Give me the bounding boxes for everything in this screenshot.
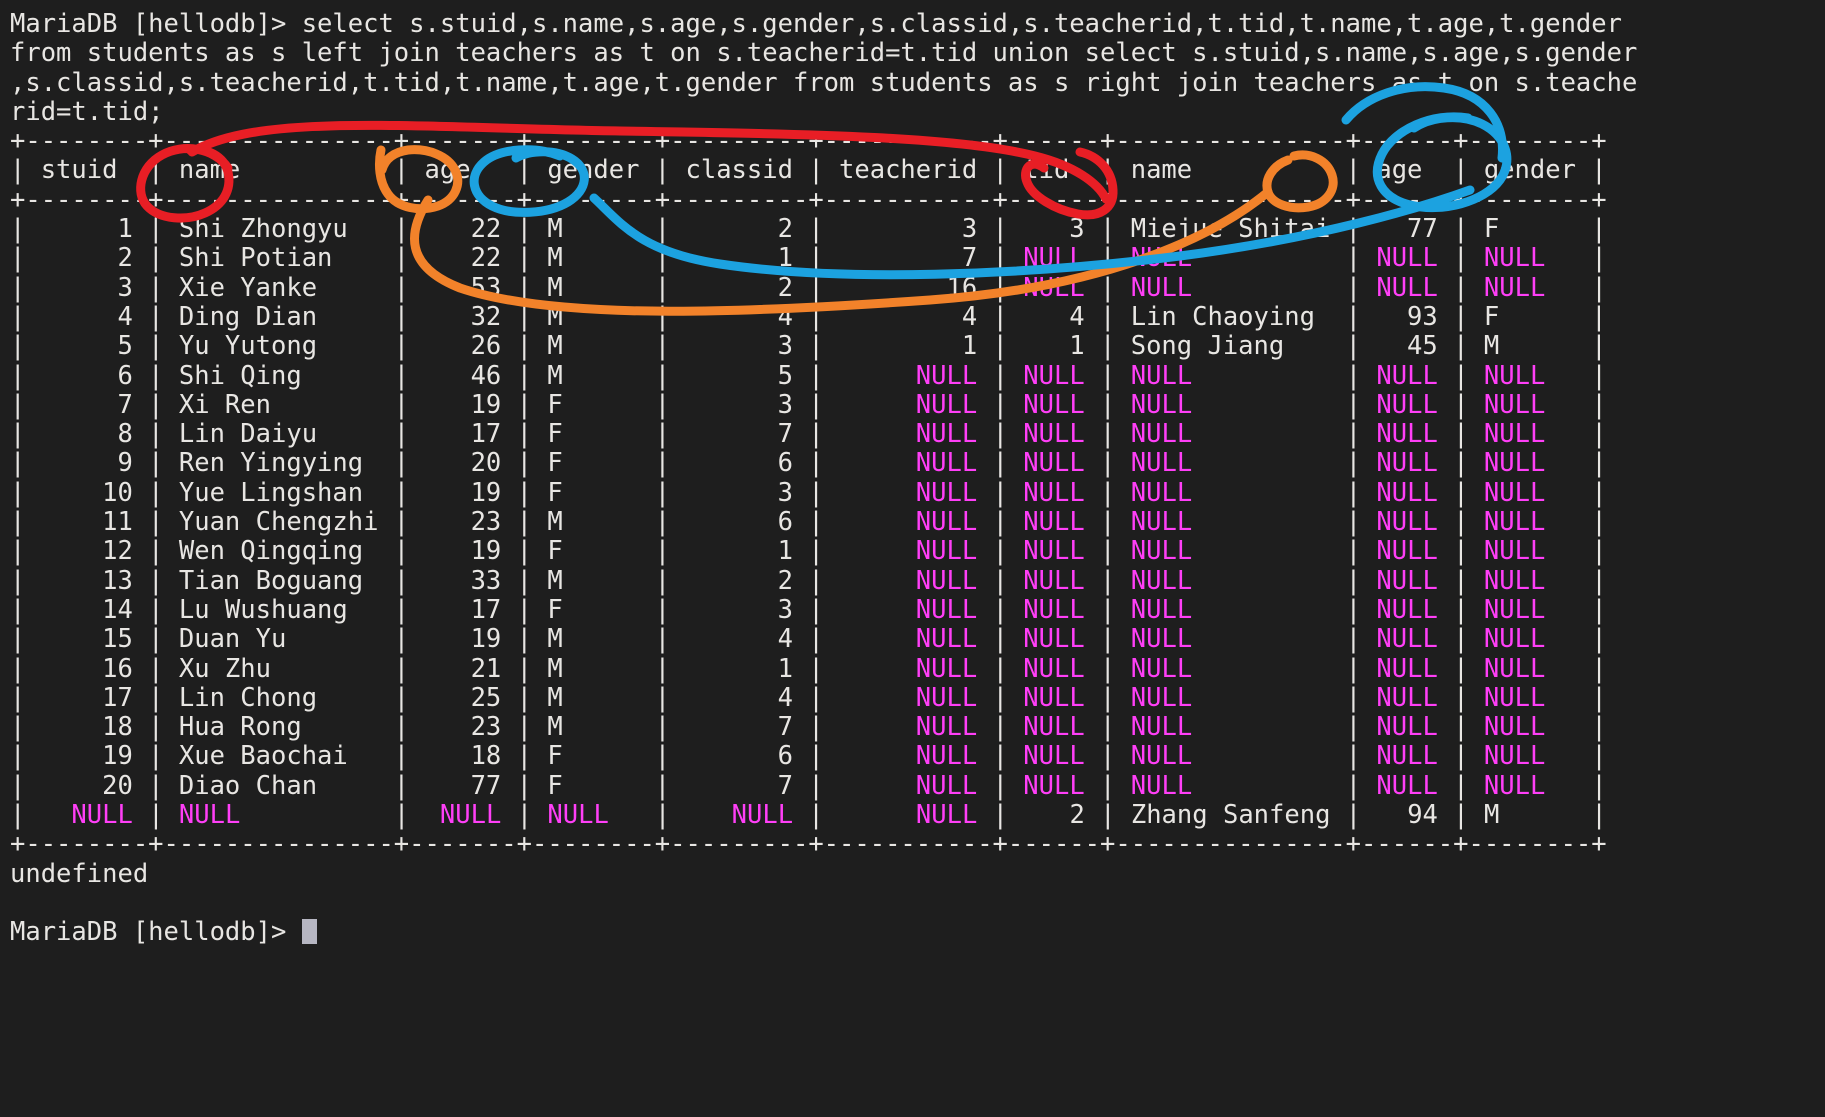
terminal-output: MariaDB [hellodb]> select s.stuid,s.name…: [10, 10, 1825, 948]
terminal-cursor: [302, 919, 317, 944]
terminal-window[interactable]: MariaDB [hellodb]> select s.stuid,s.name…: [0, 0, 1825, 1117]
